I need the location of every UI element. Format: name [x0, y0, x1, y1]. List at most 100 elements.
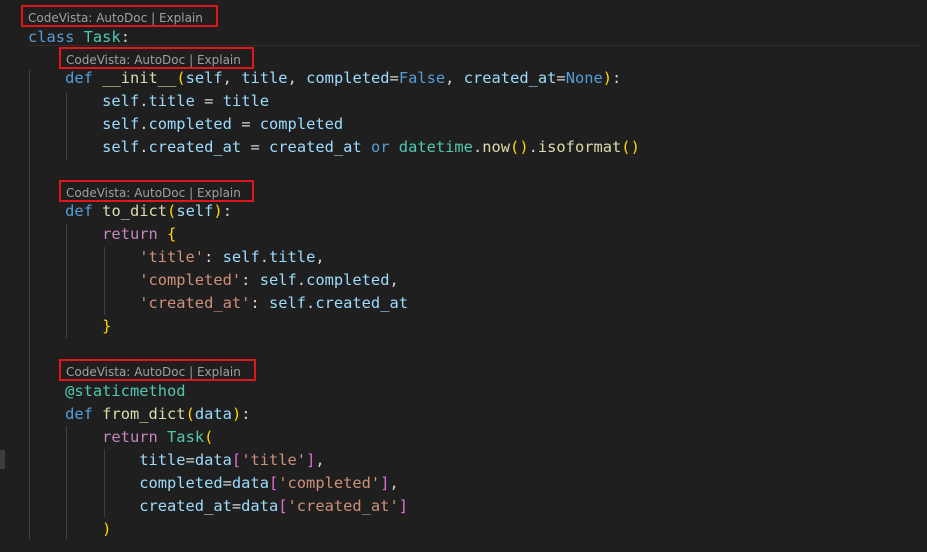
keyword-class: class — [28, 28, 75, 46]
bracket: [ — [231, 451, 242, 469]
codelens-explain-link[interactable]: Explain — [197, 53, 241, 67]
function-isoformat: isoformat — [537, 138, 622, 156]
punct: . — [259, 248, 269, 266]
punct: : — [241, 405, 251, 423]
code-line: ) — [28, 518, 111, 541]
punct: . — [472, 138, 483, 156]
operator: = — [241, 115, 251, 133]
paren: ) — [213, 202, 223, 220]
codelens-separator: | — [151, 11, 156, 25]
decorator-staticmethod: @staticmethod — [65, 382, 186, 400]
codelens-autodoc-link[interactable]: AutoDoc — [134, 53, 185, 67]
codelens-explain-link[interactable]: Explain — [197, 365, 241, 379]
codelens-class-task: CodeVista: AutoDoc | Explain — [21, 5, 218, 27]
param-self: self — [185, 69, 223, 87]
codelens-autodoc-link[interactable]: AutoDoc — [96, 11, 147, 25]
attr-created-at: created_at — [315, 294, 408, 312]
keyword-or: or — [370, 138, 390, 156]
gutter-marker — [0, 450, 5, 469]
class-name-task: Task — [83, 28, 121, 46]
var-self: self — [102, 138, 140, 156]
punct: . — [139, 138, 149, 156]
operator: = — [389, 69, 399, 87]
codelens-init: CodeVista: AutoDoc | Explain — [59, 47, 254, 69]
keyword-return: return — [102, 428, 158, 446]
paren: ( — [204, 428, 214, 446]
keyword-return: return — [102, 225, 158, 243]
keyword-def: def — [65, 405, 93, 423]
operator: = — [556, 69, 566, 87]
attr-completed: completed — [148, 115, 232, 133]
function-name-from-dict: from_dict — [102, 405, 186, 423]
codelens-product-label: CodeVista: — [66, 53, 131, 67]
param-created-at: created_at — [463, 69, 557, 87]
string-completed: 'completed' — [278, 474, 381, 492]
operator: = — [231, 497, 242, 515]
class-name-task: Task — [167, 428, 205, 446]
keyword-def: def — [65, 202, 93, 220]
attr-title: title — [269, 248, 316, 266]
bracket: [ — [278, 497, 288, 515]
module-datetime: datetime — [398, 138, 473, 156]
operator: = — [185, 451, 195, 469]
punct: : — [241, 271, 251, 289]
codelens-autodoc-link[interactable]: AutoDoc — [134, 365, 185, 379]
function-name-to-dict: to_dict — [102, 202, 168, 220]
function-now: now — [482, 138, 511, 156]
param-title: title — [241, 69, 288, 87]
codelens-explain-link[interactable]: Explain — [159, 11, 203, 25]
code-line: created_at=data['created_at'] — [28, 495, 408, 518]
bracket: ] — [306, 451, 316, 469]
code-line: self.title = title — [28, 90, 269, 113]
codelens-from-dict: CodeVista: AutoDoc | Explain — [59, 359, 256, 381]
class-separator-line — [28, 45, 919, 46]
code-line: self.completed = completed — [28, 113, 343, 136]
attr-completed: completed — [306, 271, 390, 289]
codelens-separator: | — [189, 365, 194, 379]
paren: ) — [630, 138, 640, 156]
operator: = — [250, 138, 260, 156]
codelens-separator: | — [189, 53, 194, 67]
var-data: data — [241, 497, 279, 515]
var-self: self — [102, 92, 140, 110]
param-self: self — [176, 202, 214, 220]
paren: ( — [510, 138, 520, 156]
code-line: completed=data['completed'], — [28, 472, 399, 495]
codelens-separator: | — [189, 186, 194, 200]
code-line: self.created_at = created_at or datetime… — [28, 136, 640, 159]
keyword-def: def — [65, 69, 93, 87]
paren: ( — [621, 138, 631, 156]
paren: ( — [185, 405, 195, 423]
var-data: data — [231, 474, 269, 492]
kwarg-title: title — [139, 451, 186, 469]
codelens-product-label: CodeVista: — [66, 365, 131, 379]
punct: . — [528, 138, 538, 156]
punct: . — [139, 115, 149, 133]
bracket: [ — [268, 474, 279, 492]
brace: { — [167, 225, 177, 243]
codelens-to-dict: CodeVista: AutoDoc | Explain — [59, 180, 254, 202]
code-line: return { — [28, 223, 176, 246]
codelens-explain-link[interactable]: Explain — [197, 186, 241, 200]
code-line: def __init__(self, title, completed=Fals… — [28, 67, 621, 90]
operator: = — [204, 92, 214, 110]
punct: : — [204, 248, 214, 266]
punct: , — [222, 69, 232, 87]
string-created-at: 'created_at' — [139, 294, 251, 312]
code-line: title=data['title'], — [28, 449, 324, 472]
code-line: def to_dict(self): — [28, 200, 232, 223]
punct: : — [120, 28, 130, 46]
kwarg-created-at: created_at — [139, 497, 232, 515]
constant-false: False — [398, 69, 446, 87]
codelens-product-label: CodeVista: — [66, 186, 131, 200]
code-editor[interactable]: CodeVista: AutoDoc | Explain class Task:… — [0, 0, 927, 552]
var-data: data — [194, 451, 232, 469]
codelens-product-label: CodeVista: — [28, 11, 93, 25]
code-line: 'completed': self.completed, — [28, 269, 399, 292]
code-line: return Task( — [28, 426, 213, 449]
var-self: self — [259, 271, 297, 289]
codelens-autodoc-link[interactable]: AutoDoc — [134, 186, 185, 200]
punct: , — [389, 474, 399, 492]
code-line: 'title': self.title, — [28, 246, 324, 269]
punct: . — [139, 92, 149, 110]
